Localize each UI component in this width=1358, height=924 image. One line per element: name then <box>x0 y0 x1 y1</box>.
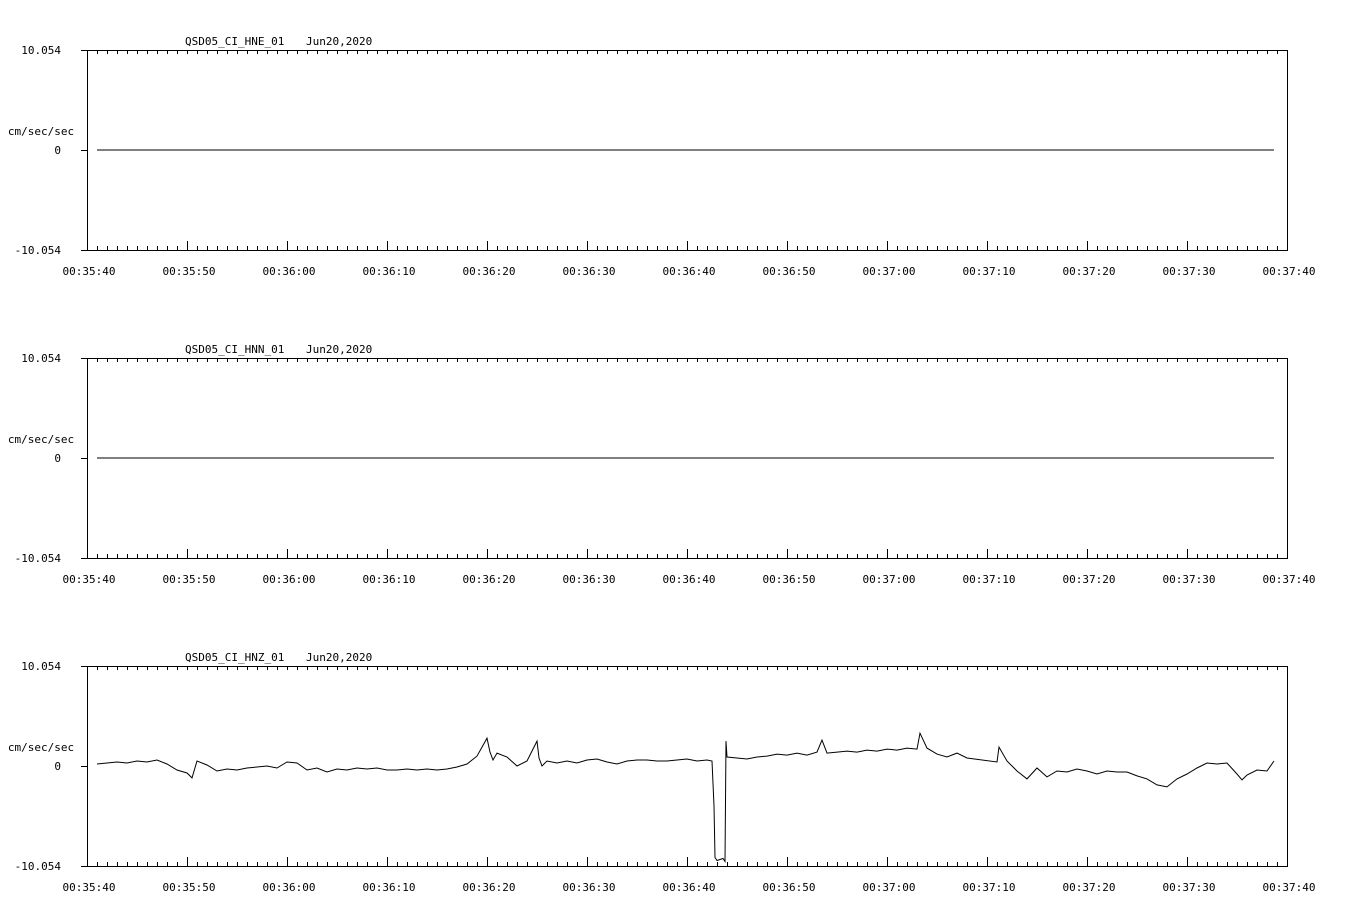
x-tick-label: 00:35:40 <box>63 265 116 278</box>
x-tick-label: 00:37:40 <box>1263 881 1316 894</box>
x-tick-label: 00:36:50 <box>763 573 816 586</box>
x-tick-label: 00:37:30 <box>1163 573 1216 586</box>
y-axis-label: cm/sec/sec <box>8 741 74 754</box>
x-tick-label: 00:36:20 <box>463 265 516 278</box>
panel-3: QSD05_CI_HNZ_01 Jun20,2020 10.054 0 -10.054 c… <box>8 651 1316 894</box>
seismogram-figure: QSD05_CI_HNE_01 Jun20,2020 10.054 0 -10.054 c… <box>8 35 1316 894</box>
y-axis-label: cm/sec/sec <box>8 433 74 446</box>
x-tick-label: 00:36:00 <box>263 881 316 894</box>
x-tick-label: 00:37:00 <box>863 881 916 894</box>
x-tick-label: 00:36:40 <box>663 265 716 278</box>
x-tick-label: 00:35:40 <box>63 881 116 894</box>
x-tick-label: 00:36:30 <box>563 265 616 278</box>
y-axis-label: cm/sec/sec <box>8 125 74 138</box>
x-tick-label: 00:36:30 <box>563 881 616 894</box>
panel-date: Jun20,2020 <box>306 343 372 356</box>
panel-title: QSD05_CI_HNN_01 <box>185 343 284 356</box>
panel-title: QSD05_CI_HNE_01 <box>185 35 284 48</box>
x-tick-label: 00:36:10 <box>363 265 416 278</box>
x-tick-label: 00:36:50 <box>763 265 816 278</box>
x-tick-label: 00:37:10 <box>963 573 1016 586</box>
panel-2: QSD05_CI_HNN_01 Jun20,2020 10.054 0 -10.054 c… <box>8 343 1316 586</box>
panel-1: QSD05_CI_HNE_01 Jun20,2020 10.054 0 -10.054 c… <box>8 35 1316 278</box>
x-tick-label: 00:36:40 <box>663 881 716 894</box>
x-tick-label: 00:36:00 <box>263 573 316 586</box>
x-tick-label: 00:36:10 <box>363 573 416 586</box>
trace-line <box>96 731 1275 864</box>
panel-title: QSD05_CI_HNZ_01 <box>185 651 284 664</box>
x-tick-label: 00:35:50 <box>163 573 216 586</box>
x-tick-label: 00:37:30 <box>1163 881 1216 894</box>
x-tick-label: 00:36:00 <box>263 265 316 278</box>
x-tick-label: 00:37:40 <box>1263 573 1316 586</box>
panel-date: Jun20,2020 <box>306 651 372 664</box>
x-tick-label: 00:36:50 <box>763 881 816 894</box>
x-tick-label: 00:37:10 <box>963 881 1016 894</box>
panel-date: Jun20,2020 <box>306 35 372 48</box>
y-tick-label: 10.054 <box>21 660 61 673</box>
x-tick-label: 00:37:20 <box>1063 573 1116 586</box>
x-tick-label: 00:37:30 <box>1163 265 1216 278</box>
y-tick-label: -10.054 <box>15 860 62 873</box>
y-tick-label: 0 <box>54 144 61 157</box>
y-tick-label: 10.054 <box>21 44 61 57</box>
x-tick-label: 00:36:20 <box>463 573 516 586</box>
y-tick-label: 0 <box>54 760 61 773</box>
y-tick-label: 10.054 <box>21 352 61 365</box>
x-tick-label: 00:37:10 <box>963 265 1016 278</box>
x-tick-label: 00:36:40 <box>663 573 716 586</box>
y-tick-label: -10.054 <box>15 552 62 565</box>
x-tick-label: 00:36:10 <box>363 881 416 894</box>
x-tick-label: 00:36:20 <box>463 881 516 894</box>
x-tick-label: 00:37:00 <box>863 573 916 586</box>
x-tick-label: 00:35:50 <box>163 265 216 278</box>
x-tick-label: 00:37:40 <box>1263 265 1316 278</box>
x-tick-label: 00:36:30 <box>563 573 616 586</box>
y-tick-label: -10.054 <box>15 244 62 257</box>
x-tick-label: 00:37:00 <box>863 265 916 278</box>
x-tick-label: 00:35:50 <box>163 881 216 894</box>
x-tick-label: 00:37:20 <box>1063 265 1116 278</box>
x-tick-label: 00:35:40 <box>63 573 116 586</box>
y-tick-label: 0 <box>54 452 61 465</box>
x-tick-label: 00:37:20 <box>1063 881 1116 894</box>
